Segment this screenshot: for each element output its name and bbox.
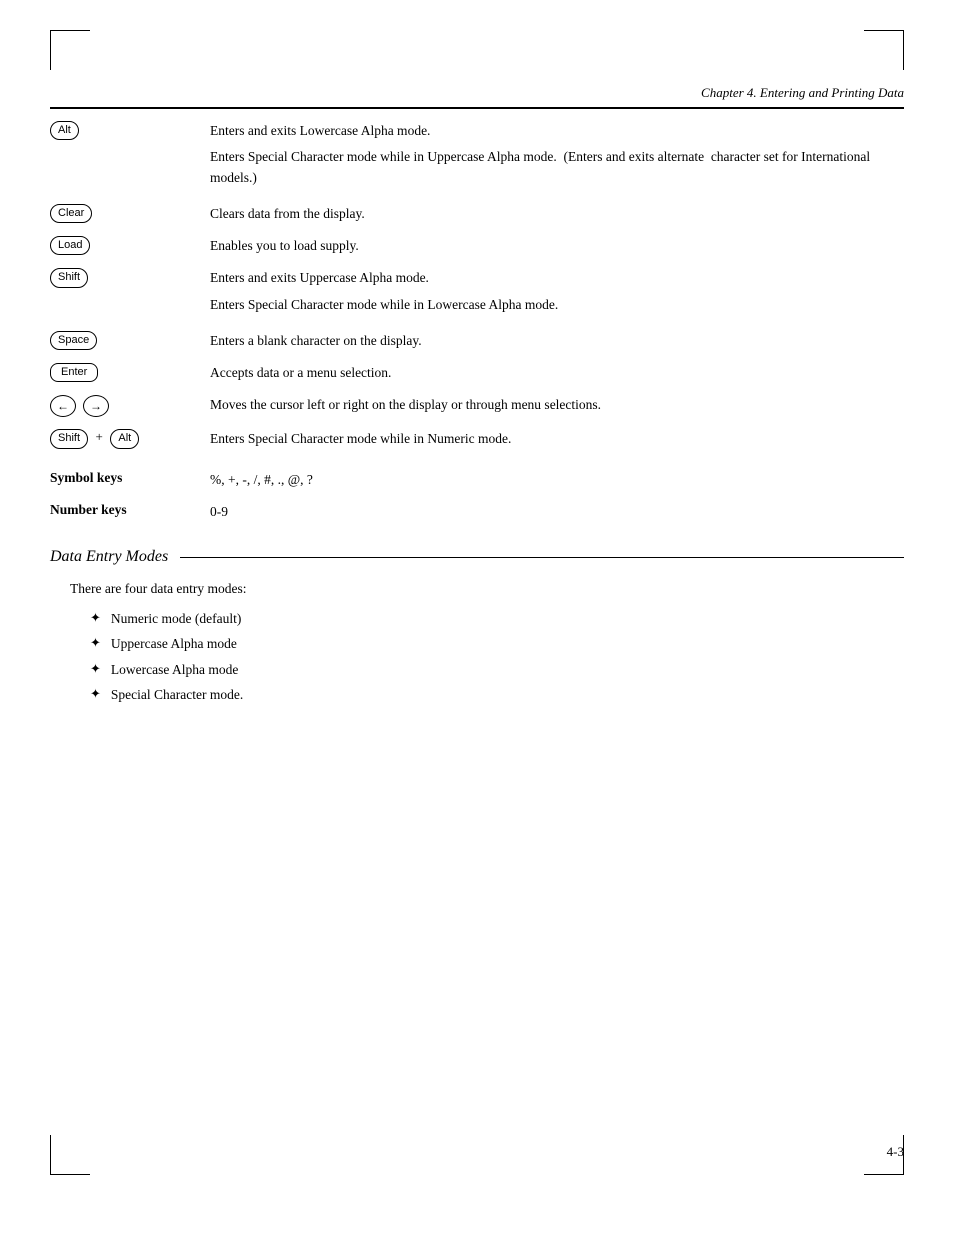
desc-cell: Moves the cursor left or right on the di… <box>210 389 904 423</box>
desc-cell: Clears data from the display. <box>210 198 904 230</box>
number-keys-value-cell: 0-9 <box>210 496 904 528</box>
bullet-icon: ✦ <box>90 608 101 629</box>
desc-cell-shift2: Enters Special Character mode while in L… <box>210 295 904 325</box>
shift-combo-key: Shift <box>50 429 88 448</box>
section-intro: There are four data entry modes: <box>70 578 904 600</box>
list-item: ✦ Lowercase Alpha mode <box>90 659 904 681</box>
list-item: ✦ Numeric mode (default) <box>90 608 904 630</box>
corner-mark-tl-v <box>50 30 51 70</box>
number-keys-label-cell: Number keys <box>50 496 210 528</box>
desc-cell: Enables you to load supply. <box>210 230 904 262</box>
page-number: 4-3 <box>887 1144 904 1160</box>
table-row: Enters Special Character mode while in L… <box>50 295 904 325</box>
table-row: Enter Accepts data or a menu selection. <box>50 357 904 389</box>
desc-cell: Enters and exits Lowercase Alpha mode. <box>210 115 904 147</box>
alt-combo-key: Alt <box>110 429 139 448</box>
table-row: Load Enables you to load supply. <box>50 230 904 262</box>
table-row: Space Enters a blank character on the di… <box>50 325 904 357</box>
header-rule <box>50 107 904 109</box>
corner-mark-tr-h <box>864 30 904 31</box>
table-row: Alt Enters and exits Lowercase Alpha mod… <box>50 115 904 147</box>
table-row: Enters Special Character mode while in U… <box>50 147 904 198</box>
section-heading: Data Entry Modes <box>50 548 904 566</box>
table-row: Symbol keys %, +, -, /, #, ., @, ? <box>50 456 904 496</box>
symbol-keys-label: Symbol keys <box>50 470 122 485</box>
desc-cell: Enters Special Character mode while in N… <box>210 423 904 455</box>
load-key: Load <box>50 236 90 255</box>
list-item-text: Lowercase Alpha mode <box>111 659 238 681</box>
enter-key: Enter <box>50 363 98 382</box>
page: Chapter 4. Entering and Printing Data Al… <box>0 0 954 1235</box>
left-arrow-key: ← <box>50 395 76 417</box>
desc-cell: Accepts data or a menu selection. <box>210 357 904 389</box>
list-item-text: Numeric mode (default) <box>111 608 241 630</box>
table-row: Shift + Alt Enters Special Character mod… <box>50 423 904 455</box>
key-cell: Shift + Alt <box>50 423 210 455</box>
chapter-title: Chapter 4. Entering and Printing Data <box>50 85 904 101</box>
table-row: Number keys 0-9 <box>50 496 904 528</box>
bullet-list: ✦ Numeric mode (default) ✦ Uppercase Alp… <box>90 608 904 706</box>
clear-key: Clear <box>50 204 92 223</box>
corner-mark-tr-v <box>903 30 904 70</box>
corner-mark-tl-h <box>50 30 90 31</box>
number-keys-value: 0-9 <box>210 504 228 519</box>
table-row: Clear Clears data from the display. <box>50 198 904 230</box>
bullet-icon: ✦ <box>90 684 101 705</box>
bullet-icon: ✦ <box>90 659 101 680</box>
symbol-keys-value-cell: %, +, -, /, #, ., @, ? <box>210 456 904 496</box>
section-heading-text: Data Entry Modes <box>50 548 168 566</box>
key-cell: Space <box>50 325 210 357</box>
list-item: ✦ Uppercase Alpha mode <box>90 633 904 655</box>
shift-key: Shift <box>50 268 88 287</box>
key-cell-empty <box>50 295 210 325</box>
plus-sign: + <box>96 429 103 444</box>
corner-mark-br-h <box>864 1174 904 1175</box>
main-content: Alt Enters and exits Lowercase Alpha mod… <box>50 115 904 710</box>
key-cell: Clear <box>50 198 210 230</box>
table-row: Shift Enters and exits Uppercase Alpha m… <box>50 262 904 294</box>
right-arrow-key: → <box>83 395 109 417</box>
page-header: Chapter 4. Entering and Printing Data <box>50 85 904 109</box>
corner-mark-bl-h <box>50 1174 90 1175</box>
key-cell: Load <box>50 230 210 262</box>
desc-cell-alt2: Enters Special Character mode while in U… <box>210 147 904 198</box>
alt-key: Alt <box>50 121 79 140</box>
list-item: ✦ Special Character mode. <box>90 684 904 706</box>
space-key: Space <box>50 331 97 350</box>
key-cell: Shift <box>50 262 210 294</box>
table-row: ← → Moves the cursor left or right on th… <box>50 389 904 423</box>
key-reference-table: Alt Enters and exits Lowercase Alpha mod… <box>50 115 904 528</box>
desc-cell: Enters and exits Uppercase Alpha mode. <box>210 262 904 294</box>
bullet-icon: ✦ <box>90 633 101 654</box>
key-cell-empty <box>50 147 210 198</box>
symbol-keys-value: %, +, -, /, #, ., @, ? <box>210 472 313 487</box>
list-item-text: Special Character mode. <box>111 684 243 706</box>
desc-cell: Enters a blank character on the display. <box>210 325 904 357</box>
symbol-keys-label-cell: Symbol keys <box>50 456 210 496</box>
number-keys-label: Number keys <box>50 502 127 517</box>
key-cell: Enter <box>50 357 210 389</box>
corner-mark-bl-v <box>50 1135 51 1175</box>
key-cell: ← → <box>50 389 210 423</box>
key-cell: Alt <box>50 115 210 147</box>
list-item-text: Uppercase Alpha mode <box>111 633 237 655</box>
section-body: There are four data entry modes: ✦ Numer… <box>70 578 904 706</box>
section-heading-rule <box>180 557 904 558</box>
